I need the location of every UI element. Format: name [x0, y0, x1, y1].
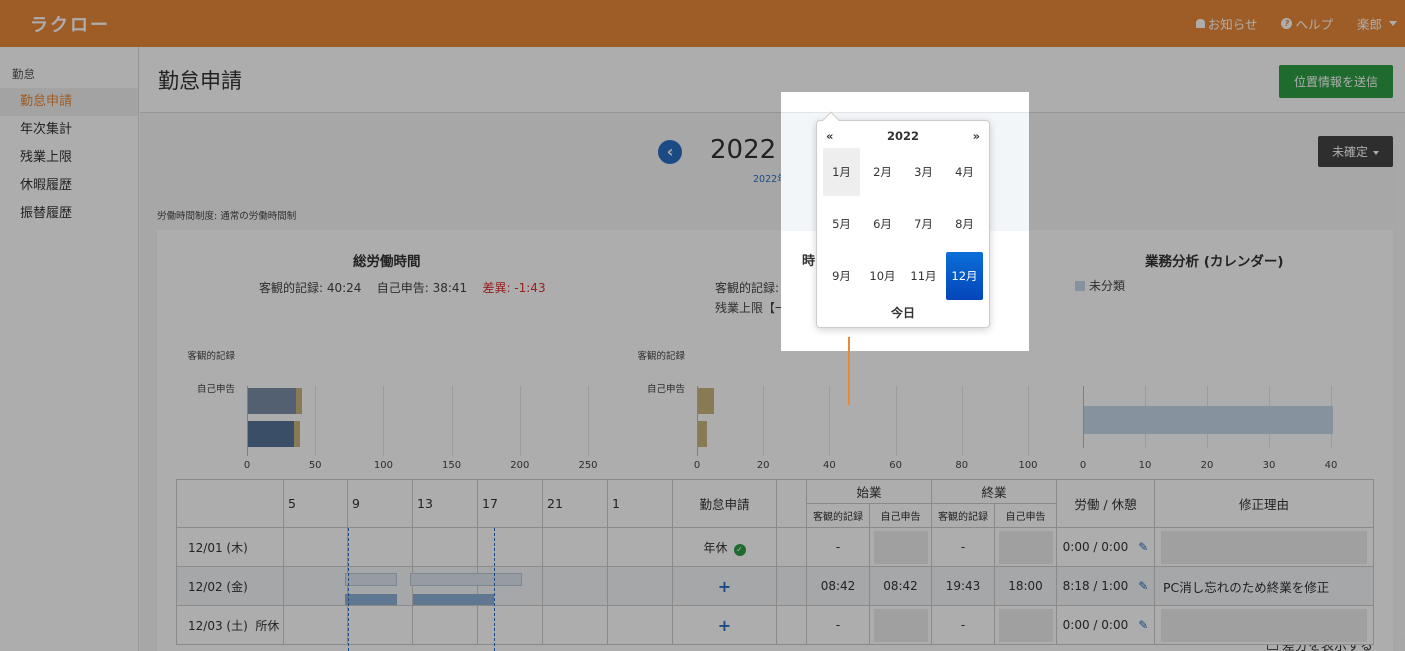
- modal-backdrop[interactable]: [0, 0, 1405, 651]
- overtime-limit-line: [848, 337, 850, 405]
- month-nov[interactable]: 11月: [905, 252, 942, 300]
- month-datepicker: 2022 « » 1月 2月 3月 4月 5月 6月 7月 8月 9月 10月 …: [816, 111, 990, 328]
- month-may[interactable]: 5月: [823, 200, 860, 248]
- month-dec[interactable]: 12月: [946, 252, 983, 300]
- previous-year-icon[interactable]: «: [826, 129, 833, 143]
- month-sep[interactable]: 9月: [823, 252, 860, 300]
- month-feb[interactable]: 2月: [864, 148, 901, 196]
- month-jun[interactable]: 6月: [864, 200, 901, 248]
- month-apr[interactable]: 4月: [946, 148, 983, 196]
- month-jul[interactable]: 7月: [905, 200, 942, 248]
- month-mar[interactable]: 3月: [905, 148, 942, 196]
- overtime-title-fragment: 時: [802, 254, 816, 269]
- datepicker-header: 2022 « »: [817, 129, 989, 145]
- month-oct[interactable]: 10月: [864, 252, 901, 300]
- datepicker-year[interactable]: 2022: [817, 129, 989, 143]
- today-button[interactable]: 今日: [817, 304, 989, 321]
- datepicker-months: 1月 2月 3月 4月 5月 6月 7月 8月 9月 10月 11月 12月: [823, 148, 985, 300]
- modal-header: [781, 92, 1029, 113]
- next-year-icon[interactable]: »: [973, 129, 980, 143]
- month-aug[interactable]: 8月: [946, 200, 983, 248]
- month-jan[interactable]: 1月: [823, 148, 860, 196]
